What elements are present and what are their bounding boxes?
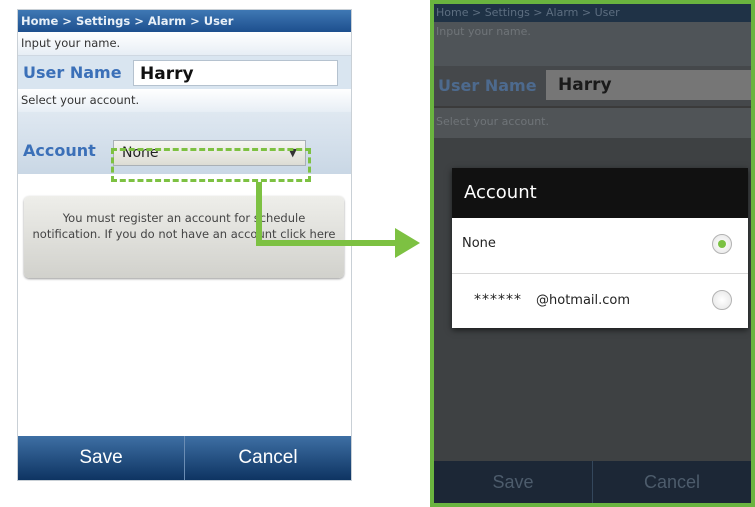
save-button[interactable]: Save (18, 436, 184, 480)
user-name-label-dimmed: User Name (438, 76, 537, 95)
email-domain: @hotmail.com (536, 293, 631, 308)
account-select-highlight (111, 148, 311, 182)
user-name-input-dimmed: Harry (546, 70, 751, 100)
radio-button-icon[interactable] (712, 290, 732, 310)
notice-text: You must register an account for schedul… (32, 211, 336, 241)
register-account-notice[interactable]: You must register an account for schedul… (24, 196, 344, 278)
user-name-row: User Name Harry (18, 56, 351, 90)
radio-selected-dot (718, 240, 726, 248)
account-prompt-dimmed: Select your account. (434, 108, 751, 138)
name-prompt: Input your name. (18, 32, 351, 56)
account-option-none[interactable]: None (452, 218, 748, 274)
left-phone-screen: Home > Settings > Alarm > User Input you… (18, 10, 351, 480)
cancel-button[interactable]: Cancel (184, 436, 351, 480)
user-name-row-dimmed: User Name Harry (434, 66, 751, 106)
option-label: None (462, 236, 496, 251)
dialog-title: Account (452, 168, 748, 218)
account-prompt: Select your account. (18, 89, 351, 113)
save-button-dimmed: Save (492, 472, 534, 492)
cancel-button-dimmed: Cancel (592, 461, 751, 503)
bottom-action-bar-dimmed: Save Cancel (434, 461, 751, 503)
breadcrumb-dimmed: Home > Settings > Alarm > User (434, 4, 751, 22)
account-label: Account (23, 141, 96, 160)
breadcrumb: Home > Settings > Alarm > User (18, 10, 351, 32)
option-account-email: ****** @hotmail.com (474, 292, 630, 308)
bottom-action-bar: Save Cancel (18, 436, 351, 480)
account-option-hotmail[interactable]: ****** @hotmail.com (452, 274, 748, 329)
name-prompt-dimmed: Input your name. (434, 22, 751, 68)
user-name-label: User Name (23, 63, 122, 82)
account-picker-dialog: Account None ****** @hotmail.com (452, 168, 748, 328)
masked-username: ****** (474, 292, 522, 308)
right-phone-screen: Home > Settings > Alarm > User Input you… (430, 0, 755, 507)
radio-button-icon[interactable] (712, 234, 732, 254)
user-name-input[interactable]: Harry (133, 60, 338, 86)
